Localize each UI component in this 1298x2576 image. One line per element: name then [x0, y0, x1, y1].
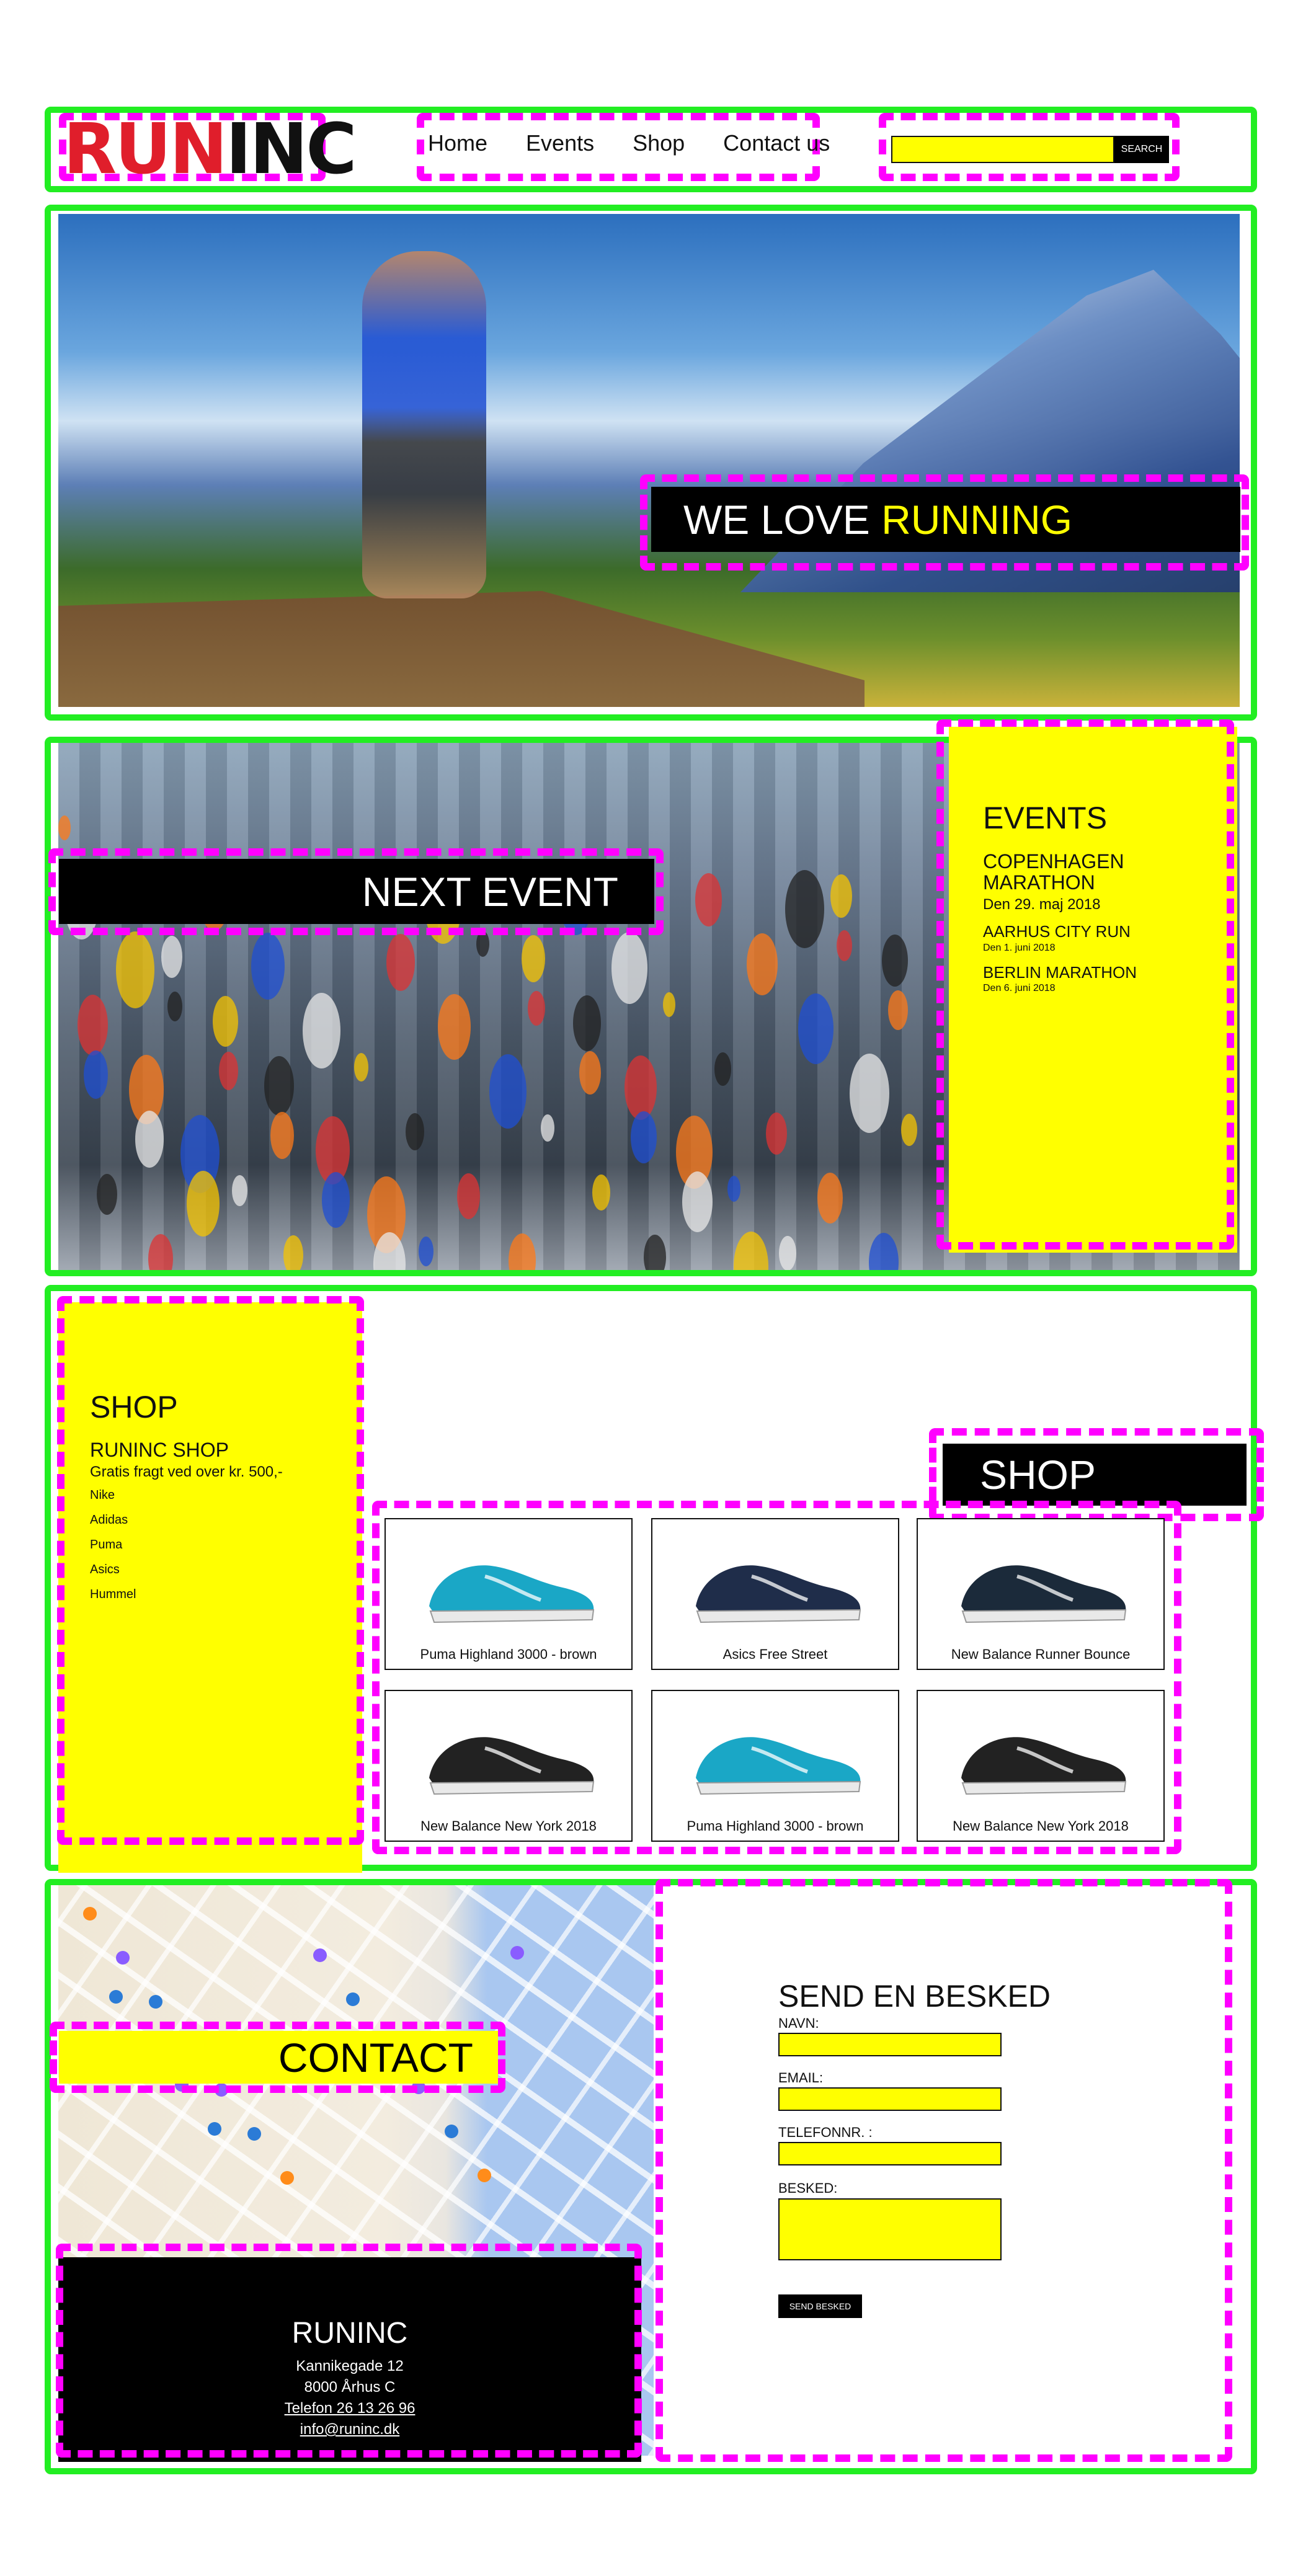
main-nav: Home Events Shop Contact us [428, 130, 830, 156]
hero-banner-prefix: WE LOVE [683, 496, 870, 543]
hero-outline [45, 205, 1257, 721]
hero-banner-highlight: RUNNING [881, 496, 1073, 543]
logo-inc: INC [225, 109, 357, 190]
message-textarea[interactable] [778, 2198, 1002, 2260]
name-label: NAVN: [778, 2015, 819, 2031]
nav-contact[interactable]: Contact us [723, 130, 830, 156]
event-main-name[interactable]: COPENHAGEN MARATHON [983, 851, 1219, 893]
events-panel-outline [936, 719, 1234, 1250]
product-card[interactable]: New Balance New York 2018 [917, 1690, 1165, 1842]
running-shoe-navy-icon [683, 1538, 869, 1631]
shop-banner-label: SHOP [980, 1452, 1096, 1498]
running-shoe-teal-icon [683, 1710, 869, 1803]
brand-link-hummel[interactable]: Hummel [90, 1588, 136, 1602]
product-name: Puma Highland 3000 - brown [687, 1818, 864, 1834]
event-item-1-name[interactable]: AARHUS CITY RUN [983, 922, 1131, 941]
running-shoe-orange-icon [417, 1710, 603, 1803]
search-input[interactable] [891, 136, 1114, 163]
brand-link-asics[interactable]: Asics [90, 1563, 120, 1577]
hero-banner: WE LOVE RUNNING [651, 487, 1240, 552]
message-label: BESKED: [778, 2180, 838, 2196]
product-card[interactable]: New Balance New York 2018 [385, 1690, 633, 1842]
phone-input[interactable] [778, 2142, 1002, 2165]
name-input[interactable] [778, 2033, 1002, 2056]
event-item-2-name[interactable]: BERLIN MARATHON [983, 963, 1137, 982]
product-name: New Balance New York 2018 [420, 1818, 597, 1834]
contact-banner-label: CONTACT [278, 2034, 473, 2081]
product-name: Puma Highland 3000 - brown [420, 1646, 597, 1662]
next-event-banner: NEXT EVENT [59, 859, 654, 924]
product-name: New Balance New York 2018 [953, 1818, 1129, 1834]
event-main-date: Den 29. maj 2018 [983, 896, 1101, 913]
brand-link-nike[interactable]: Nike [90, 1488, 115, 1503]
email-label: EMAIL: [778, 2070, 824, 2085]
send-message-button[interactable]: SEND BESKED [778, 2294, 862, 2318]
product-name: Asics Free Street [722, 1646, 828, 1662]
product-card[interactable]: New Balance Runner Bounce [917, 1518, 1165, 1670]
contact-form-title: SEND EN BESKED [778, 1979, 1051, 2014]
nav-home[interactable]: Home [428, 130, 487, 156]
footer-outline [56, 2244, 642, 2458]
phone-label: TELEFONNR. : [778, 2125, 873, 2140]
shop-subtitle: RUNINC SHOP [90, 1439, 229, 1461]
events-title: EVENTS [983, 801, 1108, 835]
search-button[interactable]: SEARCH [1114, 136, 1169, 163]
running-shoe-orange-icon [949, 1710, 1135, 1803]
product-card[interactable]: Puma Highland 3000 - brown [385, 1518, 633, 1670]
contact-banner: CONTACT [59, 2031, 498, 2084]
brand-link-puma[interactable]: Puma [90, 1538, 122, 1552]
contact-form-outline [656, 1879, 1232, 2462]
shop-free-shipping: Gratis fragt ved over kr. 500,- [90, 1463, 283, 1480]
email-input[interactable] [778, 2087, 1002, 2111]
brand-link-adidas[interactable]: Adidas [90, 1513, 128, 1527]
running-shoe-teal-icon [417, 1538, 603, 1631]
running-shoe-lime-icon [949, 1538, 1135, 1631]
shop-banner: SHOP [943, 1444, 1247, 1506]
product-name: New Balance Runner Bounce [951, 1646, 1131, 1662]
next-event-label: NEXT EVENT [362, 868, 618, 915]
nav-shop[interactable]: Shop [633, 130, 685, 156]
runinc-logo[interactable]: RUNINC [63, 115, 357, 184]
event-item-1-date: Den 1. juni 2018 [983, 943, 1056, 953]
logo-run: RUN [63, 109, 228, 190]
event-item-2-date: Den 6. juni 2018 [983, 983, 1056, 993]
product-card[interactable]: Asics Free Street [651, 1518, 899, 1670]
product-card[interactable]: Puma Highland 3000 - brown [651, 1690, 899, 1842]
shop-title: SHOP [90, 1390, 178, 1424]
nav-events[interactable]: Events [526, 130, 594, 156]
